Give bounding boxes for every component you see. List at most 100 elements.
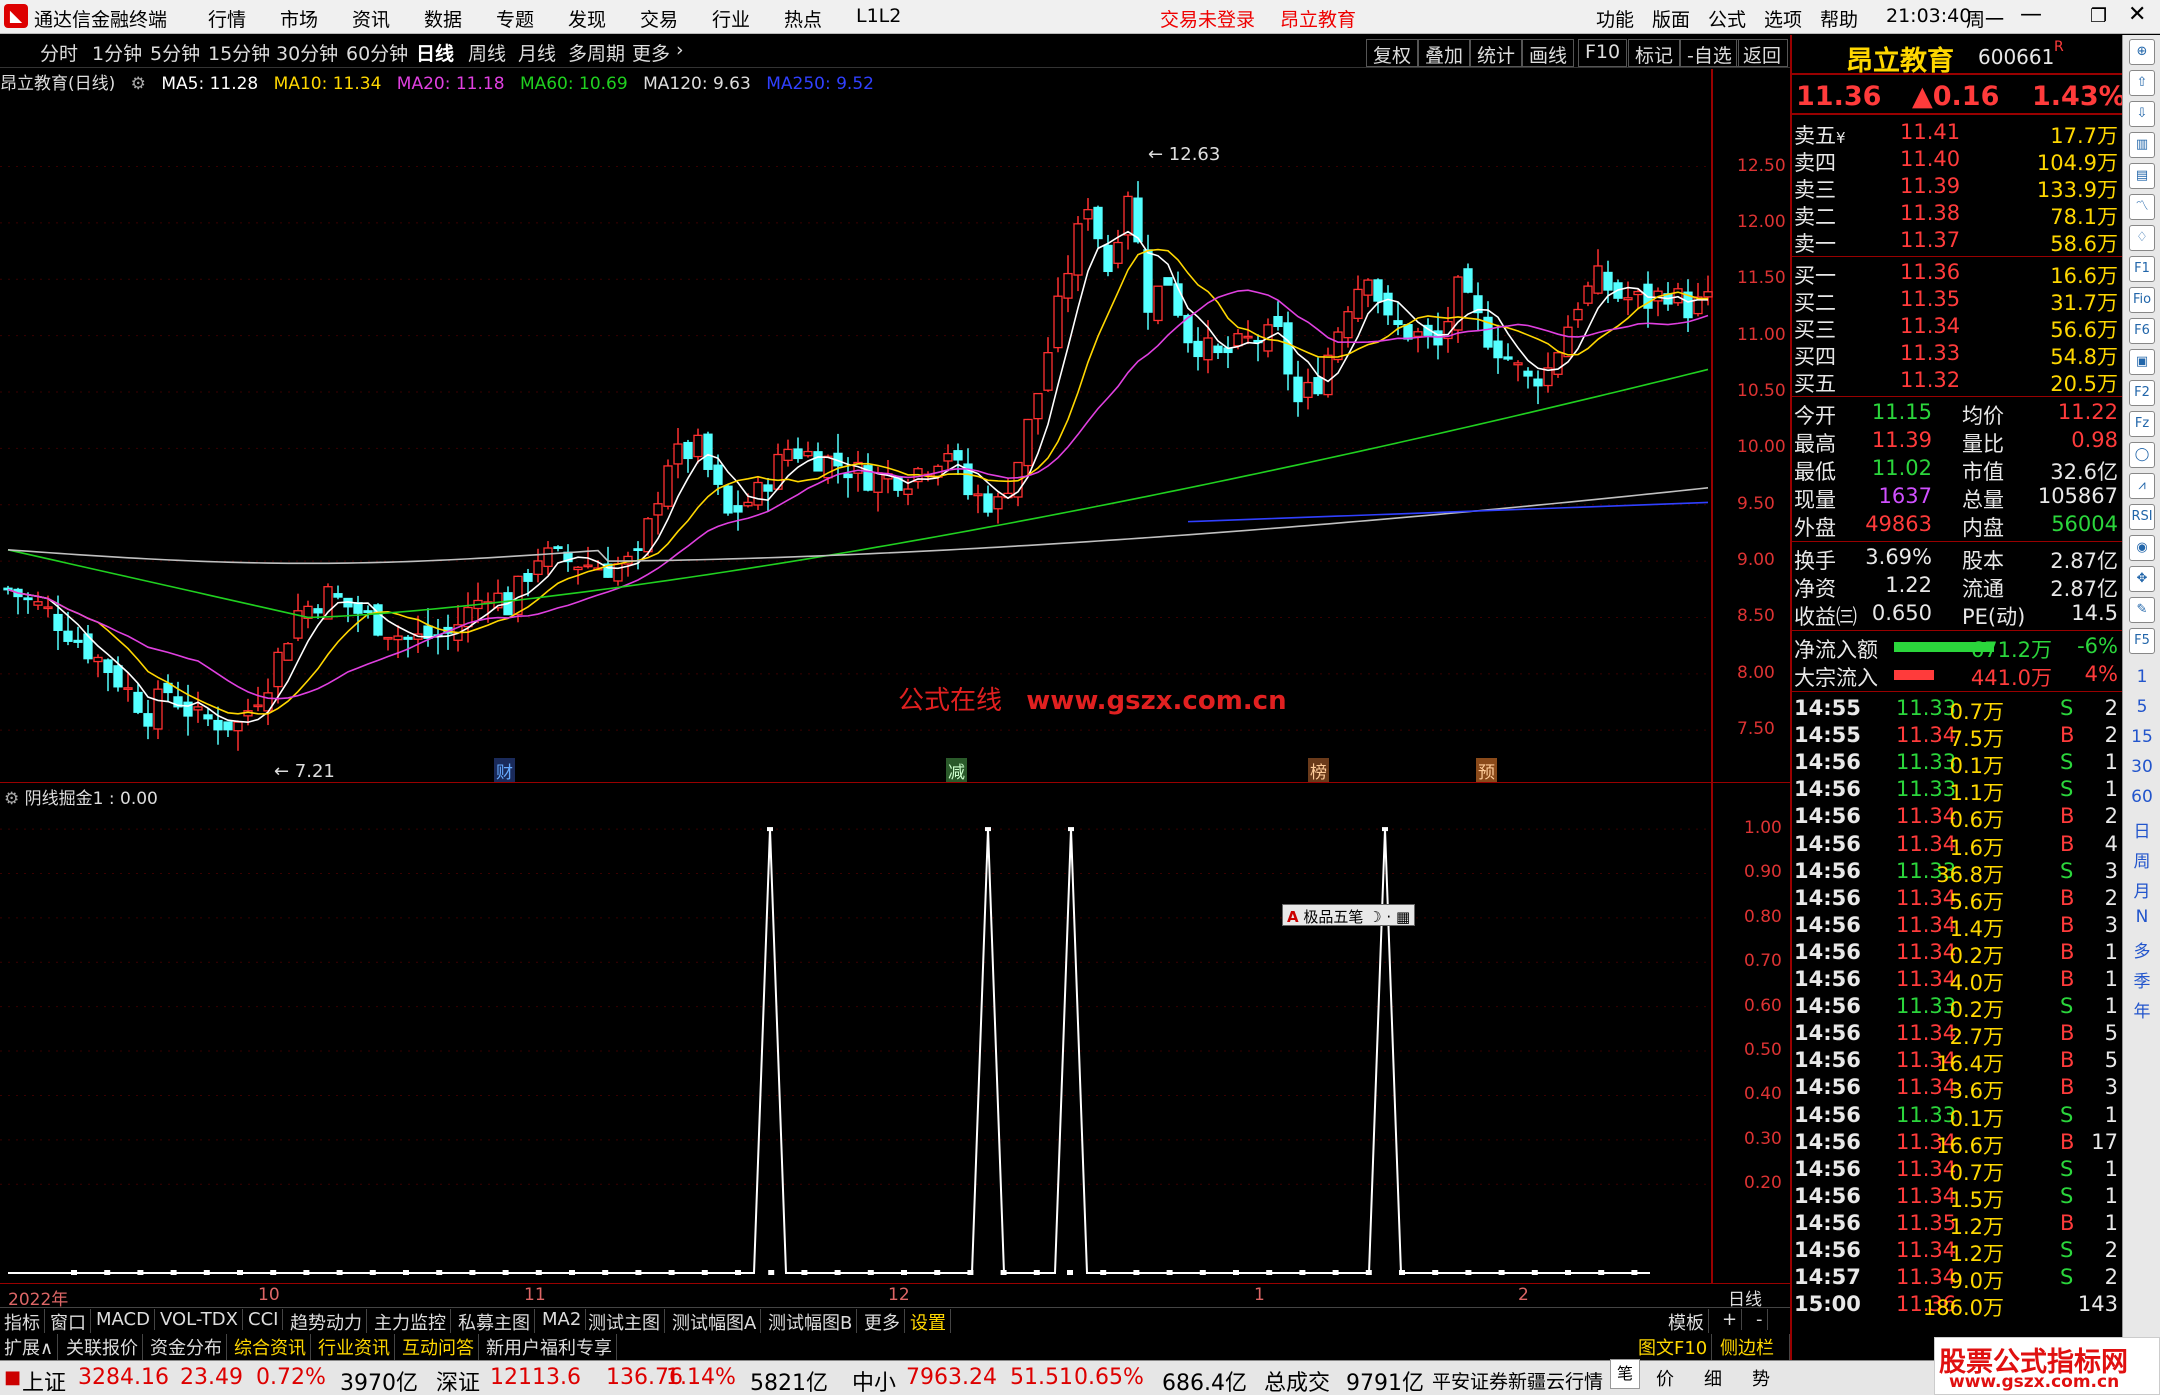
- period-30min[interactable]: 30分钟: [276, 39, 338, 66]
- candle-body[interactable]: [1593, 265, 1603, 294]
- tab-ceshi-zhutu[interactable]: 测试主图: [584, 1309, 665, 1335]
- tab-guanlian[interactable]: 关联报价: [62, 1334, 143, 1360]
- ask-row[interactable]: 卖五¥ 11.41 17.7万: [1792, 119, 2122, 148]
- btn-tongji[interactable]: 统计: [1470, 39, 1523, 67]
- candle-body[interactable]: [633, 548, 643, 551]
- bell-icon[interactable]: ⊕: [2129, 39, 2155, 65]
- ime-a-icon[interactable]: A: [1287, 908, 1299, 926]
- candle-body[interactable]: [393, 635, 403, 641]
- candle-body[interactable]: [673, 443, 683, 465]
- tab-hangye-zixun[interactable]: 行业资讯: [314, 1334, 395, 1360]
- candle-body[interactable]: [203, 714, 213, 720]
- bid-row[interactable]: 买一 11.36 16.6万: [1792, 259, 2122, 288]
- candle-body[interactable]: [73, 639, 83, 643]
- coin-icon[interactable]: ◉: [2129, 535, 2155, 561]
- menu-redian[interactable]: 热点: [784, 5, 822, 32]
- trade-login-status[interactable]: 交易未登录: [1160, 5, 1255, 32]
- chevron-right-icon[interactable]: ›: [676, 39, 684, 61]
- tab-zijin[interactable]: 资金分布: [146, 1334, 227, 1360]
- candle-body[interactable]: [843, 473, 853, 479]
- event-marker-yu[interactable]: 预: [1476, 758, 1497, 783]
- candle-body[interactable]: [1293, 376, 1303, 403]
- circle-icon[interactable]: ◯: [2129, 442, 2155, 468]
- candle-body[interactable]: [943, 453, 953, 462]
- indicator-chart[interactable]: [0, 783, 1790, 1283]
- tab-gengduo[interactable]: 更多: [860, 1309, 905, 1335]
- candle-body[interactable]: [553, 546, 563, 550]
- bottom-tab-shi[interactable]: 势: [1752, 1365, 1770, 1391]
- toolbar-period-11[interactable]: 年: [2123, 997, 2160, 1022]
- bottom-tab-bi[interactable]: 笔: [1610, 1359, 1640, 1389]
- candle-body[interactable]: [1153, 285, 1163, 322]
- menu-jiaoyi[interactable]: 交易: [640, 5, 678, 32]
- f6-icon[interactable]: F6: [2129, 318, 2155, 344]
- candle-body[interactable]: [1513, 362, 1523, 366]
- candle-body[interactable]: [1503, 356, 1513, 360]
- period-more[interactable]: 更多: [632, 39, 670, 66]
- candle-body[interactable]: [1383, 292, 1393, 316]
- candle-body[interactable]: [1393, 320, 1403, 326]
- toolbar-period-1[interactable]: 5: [2123, 697, 2160, 717]
- f5-icon[interactable]: F5: [2129, 628, 2155, 654]
- candle-body[interactable]: [1243, 335, 1253, 339]
- ime-keyboard-icon[interactable]: ▦: [1396, 908, 1410, 926]
- toolbar-period-3[interactable]: 30: [2123, 757, 2160, 777]
- candle-body[interactable]: [793, 448, 803, 460]
- candle-body[interactable]: [1273, 315, 1283, 328]
- ime-moon-icon[interactable]: ☽: [1368, 908, 1381, 926]
- candle-body[interactable]: [783, 448, 793, 461]
- btn-huaxian[interactable]: 画线: [1522, 39, 1575, 67]
- tab-cci[interactable]: CCI: [244, 1309, 284, 1330]
- candle-body[interactable]: [1213, 345, 1223, 354]
- candle-icon[interactable]: ♢: [2129, 225, 2155, 251]
- candle-body[interactable]: [1083, 209, 1093, 220]
- candle-body[interactable]: [93, 656, 103, 663]
- period-month[interactable]: 月线: [518, 39, 556, 66]
- period-1min[interactable]: 1分钟: [92, 39, 142, 66]
- candle-body[interactable]: [1043, 352, 1053, 391]
- minimize-icon[interactable]: —: [2020, 2, 2042, 27]
- period-5min[interactable]: 5分钟: [150, 39, 200, 66]
- bottom-tab-xi[interactable]: 细: [1704, 1365, 1722, 1391]
- candle-body[interactable]: [273, 651, 283, 688]
- menu-zixun[interactable]: 资讯: [352, 5, 390, 32]
- candle-body[interactable]: [1203, 337, 1213, 361]
- candle-body[interactable]: [1373, 279, 1383, 302]
- bid-row[interactable]: 买二 11.35 31.7万: [1792, 286, 2122, 315]
- period-week[interactable]: 周线: [468, 39, 506, 66]
- arrow-down-icon[interactable]: ⇩: [2129, 101, 2155, 127]
- candle-body[interactable]: [1103, 244, 1113, 273]
- candle-body[interactable]: [1053, 295, 1063, 349]
- candle-body[interactable]: [973, 493, 983, 497]
- candle-body[interactable]: [1583, 285, 1593, 304]
- candle-body[interactable]: [353, 602, 363, 614]
- toolbar-period-9[interactable]: 多: [2123, 937, 2160, 962]
- rsi-icon[interactable]: RSI: [2129, 504, 2155, 530]
- candle-body[interactable]: [763, 484, 773, 492]
- tab-zhibiao[interactable]: 指标: [0, 1309, 45, 1335]
- event-marker-cai[interactable]: 财: [494, 758, 515, 783]
- candle-body[interactable]: [1063, 272, 1073, 299]
- candle-body[interactable]: [1553, 352, 1563, 375]
- menu-l1l2[interactable]: L1L2: [856, 5, 901, 27]
- line-chart-icon[interactable]: 〽: [2129, 194, 2155, 220]
- candle-body[interactable]: [1233, 333, 1243, 347]
- candle-body[interactable]: [23, 597, 33, 601]
- candle-body[interactable]: [953, 450, 963, 461]
- period-fenshi[interactable]: 分时: [40, 39, 78, 66]
- f1-icon[interactable]: F1: [2129, 256, 2155, 282]
- menu-hangye[interactable]: 行业: [712, 5, 750, 32]
- candle-body[interactable]: [993, 496, 1003, 510]
- candle-body[interactable]: [1123, 195, 1133, 236]
- candle-body[interactable]: [333, 593, 343, 598]
- btn-diejia[interactable]: 叠加: [1418, 39, 1471, 67]
- toolbar-period-10[interactable]: 季: [2123, 967, 2160, 992]
- candle-body[interactable]: [1033, 392, 1043, 420]
- btn-zixuan[interactable]: -自选: [1680, 39, 1739, 67]
- btn-fuquan[interactable]: 复权: [1366, 39, 1419, 67]
- candle-body[interactable]: [113, 665, 123, 688]
- ask-row[interactable]: 卖一 11.37 58.6万: [1792, 227, 2122, 256]
- toolbar-period-5[interactable]: 日: [2123, 817, 2160, 842]
- btn-f10[interactable]: F10: [1578, 39, 1628, 67]
- candle-body[interactable]: [1533, 378, 1543, 387]
